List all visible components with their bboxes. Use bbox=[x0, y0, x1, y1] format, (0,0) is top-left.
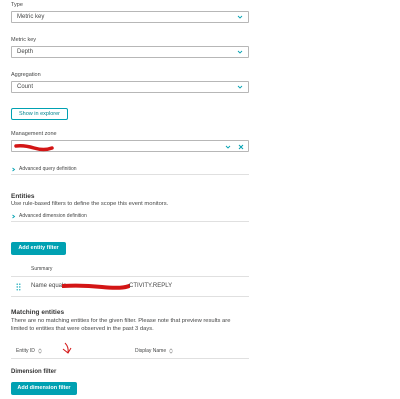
close-icon[interactable] bbox=[238, 144, 244, 150]
chevron-down-icon[interactable] bbox=[225, 144, 231, 150]
matching-message-line2: limited to entities that were observed i… bbox=[11, 326, 154, 332]
redaction-mark bbox=[62, 283, 130, 290]
annotation-arrow bbox=[62, 342, 72, 354]
add-dimension-filter-button[interactable]: Add dimension filter bbox=[11, 382, 77, 395]
aggregation-label: Aggregation bbox=[11, 72, 41, 78]
summary-header: Summary bbox=[31, 266, 53, 272]
show-in-explorer-button[interactable]: Show in explorer bbox=[11, 108, 68, 120]
matching-message-line1: There are no matching entities for the g… bbox=[11, 318, 231, 324]
add-entity-filter-button[interactable]: Add entity filter bbox=[11, 242, 66, 255]
type-value: Metric key bbox=[17, 14, 45, 20]
chevron-right-icon bbox=[12, 167, 16, 171]
entity-filter-row[interactable]: Name equals CTIVITY.REPLY bbox=[11, 280, 249, 294]
metric-key-label: Metric key bbox=[11, 37, 37, 43]
chevron-right-icon bbox=[12, 214, 16, 218]
metric-key-value: Depth bbox=[17, 49, 34, 55]
column-entity-id[interactable]: Entity ID bbox=[16, 348, 42, 354]
drag-handle-icon[interactable] bbox=[16, 283, 21, 291]
divider bbox=[11, 174, 249, 175]
sort-icon bbox=[38, 348, 42, 354]
metric-key-select[interactable]: Depth bbox=[11, 46, 249, 58]
divider bbox=[11, 296, 249, 297]
aggregation-select[interactable]: Count bbox=[11, 81, 249, 93]
aggregation-value: Count bbox=[17, 84, 34, 90]
advanced-query-toggle[interactable]: Advanced query definition bbox=[11, 166, 77, 172]
dimension-filter-title: Dimension filter bbox=[11, 369, 57, 375]
divider bbox=[11, 276, 249, 277]
advanced-query-label: Advanced query definition bbox=[19, 166, 77, 172]
entity-id-header: Entity ID bbox=[16, 348, 35, 354]
advanced-dimension-label: Advanced dimension definition bbox=[19, 213, 87, 219]
display-name-header: Display Name bbox=[135, 348, 167, 354]
column-display-name[interactable]: Display Name bbox=[135, 348, 173, 354]
type-select[interactable]: Metric key bbox=[11, 11, 249, 23]
sort-icon bbox=[169, 348, 173, 354]
management-zone-label: Management zone bbox=[11, 131, 57, 137]
entities-description: Use rule-based filters to define the sco… bbox=[11, 201, 169, 207]
type-label: Type bbox=[11, 2, 23, 8]
entities-title: Entities bbox=[11, 193, 35, 200]
redaction-mark bbox=[14, 144, 54, 152]
chevron-down-icon bbox=[237, 50, 243, 54]
chevron-down-icon bbox=[237, 85, 243, 89]
divider bbox=[11, 221, 249, 222]
filter-suffix: CTIVITY.REPLY bbox=[129, 283, 173, 289]
advanced-dimension-toggle[interactable]: Advanced dimension definition bbox=[11, 213, 87, 219]
chevron-down-icon bbox=[237, 15, 243, 19]
matching-entities-title: Matching entities bbox=[11, 309, 65, 316]
divider bbox=[11, 358, 249, 359]
management-zone-select[interactable] bbox=[11, 140, 249, 152]
